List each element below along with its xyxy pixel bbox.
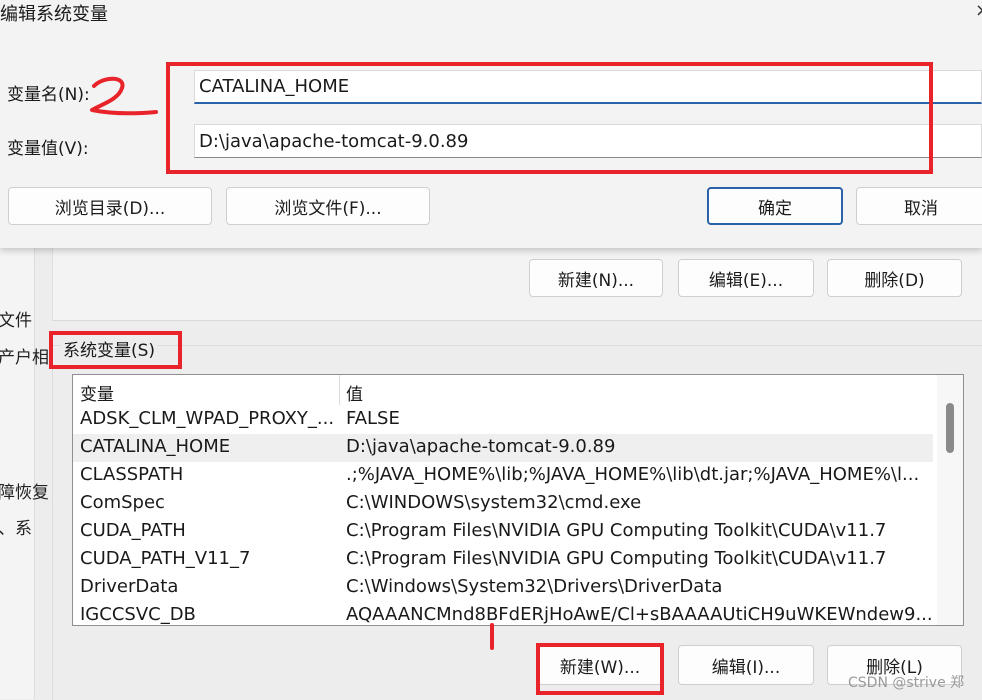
table-row[interactable]: ComSpec C:\WINDOWS\system32\cmd.exe — [73, 490, 933, 518]
row-variable-name: CUDA_PATH — [80, 520, 186, 541]
variable-name-input[interactable] — [194, 70, 982, 104]
system-variables-title: 系统变量(S) — [61, 336, 158, 361]
row-variable-name: IGCCSVC_DB — [80, 604, 196, 625]
left-text: 障恢复 — [0, 483, 49, 503]
browse-file-button[interactable]: 浏览文件(F)... — [226, 187, 430, 225]
row-variable-value: C:\Windows\System32\Drivers\DriverData — [346, 576, 723, 597]
table-row[interactable]: IGCCSVC_DB AQAAANCMnd8BFdERjHoAwE/Cl+sBA… — [73, 602, 933, 625]
table-row[interactable]: DriverData C:\Windows\System32\Drivers\D… — [73, 574, 933, 602]
row-variable-name: ADSK_CLM_WPAD_PROXY_... — [80, 408, 335, 429]
annotation-number-one — [490, 623, 494, 650]
left-text: 、系 — [0, 519, 32, 539]
cancel-button[interactable]: 取消 — [856, 187, 982, 225]
table-row-selected[interactable]: CATALINA_HOME D:\java\apache-tomcat-9.0.… — [73, 434, 933, 462]
row-variable-name: ComSpec — [80, 492, 165, 513]
row-variable-value: C:\Program Files\NVIDIA GPU Computing To… — [346, 520, 887, 541]
watermark-text: CSDN @strive 郑 — [848, 675, 965, 691]
browse-directory-button[interactable]: 浏览目录(D)... — [8, 187, 212, 225]
user-edit-button[interactable]: 编辑(E)... — [678, 259, 814, 297]
system-new-button[interactable]: 新建(W)... — [538, 645, 662, 685]
left-panel-partial: 文件 产户相 障恢复 、系 — [0, 248, 49, 699]
edit-system-variable-dialog: 编辑系统变量 × 变量名(N): 变量值(V): 浏览目录(D)... 浏览文件… — [0, 0, 982, 248]
close-icon[interactable]: × — [975, 0, 982, 21]
row-variable-name: CUDA_PATH_V11_7 — [80, 548, 251, 569]
column-header-value[interactable]: 值 — [346, 380, 363, 405]
left-text: 产户相 — [0, 348, 49, 368]
row-variable-value: FALSE — [346, 408, 400, 429]
row-variable-value: C:\Program Files\NVIDIA GPU Computing To… — [346, 548, 887, 569]
ok-button[interactable]: 确定 — [707, 187, 843, 225]
user-new-button[interactable]: 新建(N)... — [529, 259, 663, 297]
row-variable-name: CATALINA_HOME — [80, 436, 231, 457]
table-row[interactable]: CUDA_PATH C:\Program Files\NVIDIA GPU Co… — [73, 518, 933, 546]
annotation-number-two — [90, 76, 158, 116]
system-edit-button[interactable]: 编辑(I)... — [678, 645, 814, 685]
variable-name-label: 变量名(N): — [7, 85, 90, 105]
row-variable-name: CLASSPATH — [80, 464, 184, 485]
variable-value-label: 变量值(V): — [7, 139, 89, 159]
vertical-scrollbar[interactable] — [937, 375, 963, 625]
user-delete-button[interactable]: 删除(D) — [827, 259, 962, 297]
dialog-title: 编辑系统变量 — [0, 4, 108, 25]
column-divider[interactable] — [339, 375, 340, 405]
left-text: 文件 — [0, 311, 32, 331]
column-header-variable[interactable]: 变量 — [80, 380, 114, 405]
row-variable-value: D:\java\apache-tomcat-9.0.89 — [346, 436, 616, 457]
row-variable-value: AQAAANCMnd8BFdERjHoAwE/Cl+sBAAAAUtiCH9uW… — [346, 604, 933, 625]
row-variable-name: DriverData — [80, 576, 179, 597]
row-variable-value: C:\WINDOWS\system32\cmd.exe — [346, 492, 642, 513]
variable-value-input[interactable] — [194, 124, 982, 158]
row-variable-value: .;%JAVA_HOME%\lib;%JAVA_HOME%\lib\dt.jar… — [346, 464, 920, 485]
table-row[interactable]: CLASSPATH .;%JAVA_HOME%\lib;%JAVA_HOME%\… — [73, 462, 933, 490]
scrollbar-thumb[interactable] — [946, 403, 954, 453]
table-row[interactable]: ADSK_CLM_WPAD_PROXY_... FALSE — [73, 406, 933, 434]
system-variables-list[interactable]: 变量 值 ADSK_CLM_WPAD_PROXY_... FALSE CATAL… — [72, 374, 964, 626]
table-row[interactable]: CUDA_PATH_V11_7 C:\Program Files\NVIDIA … — [73, 546, 933, 574]
